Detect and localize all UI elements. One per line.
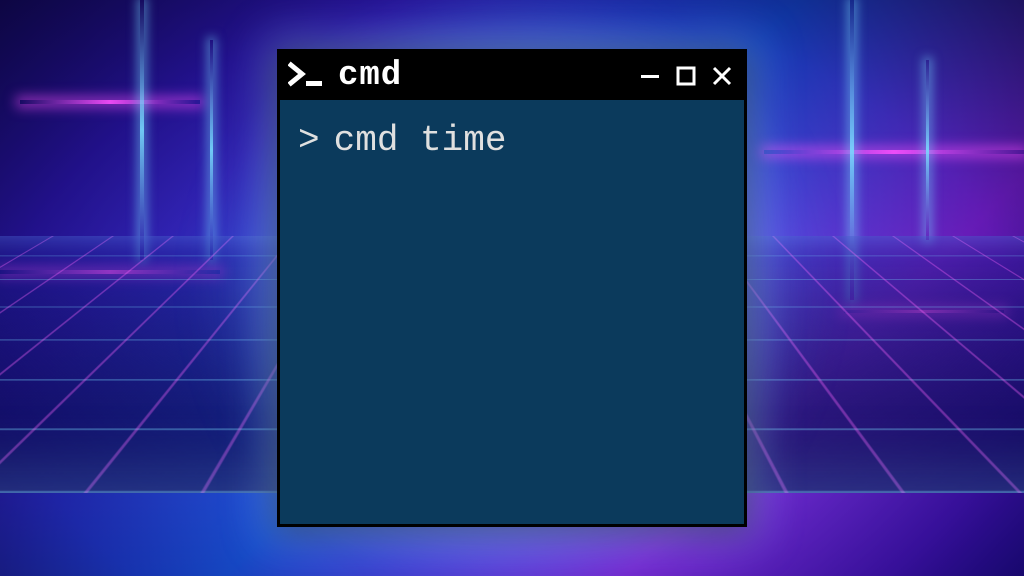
- window-controls: [638, 64, 734, 88]
- maximize-button[interactable]: [674, 64, 698, 88]
- titlebar[interactable]: cmd: [280, 52, 744, 100]
- command-text: cmd time: [334, 120, 507, 161]
- prompt-symbol: >: [298, 120, 320, 161]
- minimize-button[interactable]: [638, 64, 662, 88]
- titlebar-left: cmd: [288, 57, 402, 95]
- terminal-window[interactable]: cmd: [277, 49, 747, 527]
- prompt-icon: [288, 61, 328, 91]
- close-button[interactable]: [710, 64, 734, 88]
- neon-line: [926, 60, 929, 240]
- neon-line: [20, 100, 200, 104]
- desktop-background: cmd: [0, 0, 1024, 576]
- terminal-body[interactable]: > cmd time: [280, 100, 744, 524]
- command-line[interactable]: > cmd time: [298, 120, 726, 161]
- window-title: cmd: [338, 57, 402, 95]
- neon-line: [140, 0, 144, 260]
